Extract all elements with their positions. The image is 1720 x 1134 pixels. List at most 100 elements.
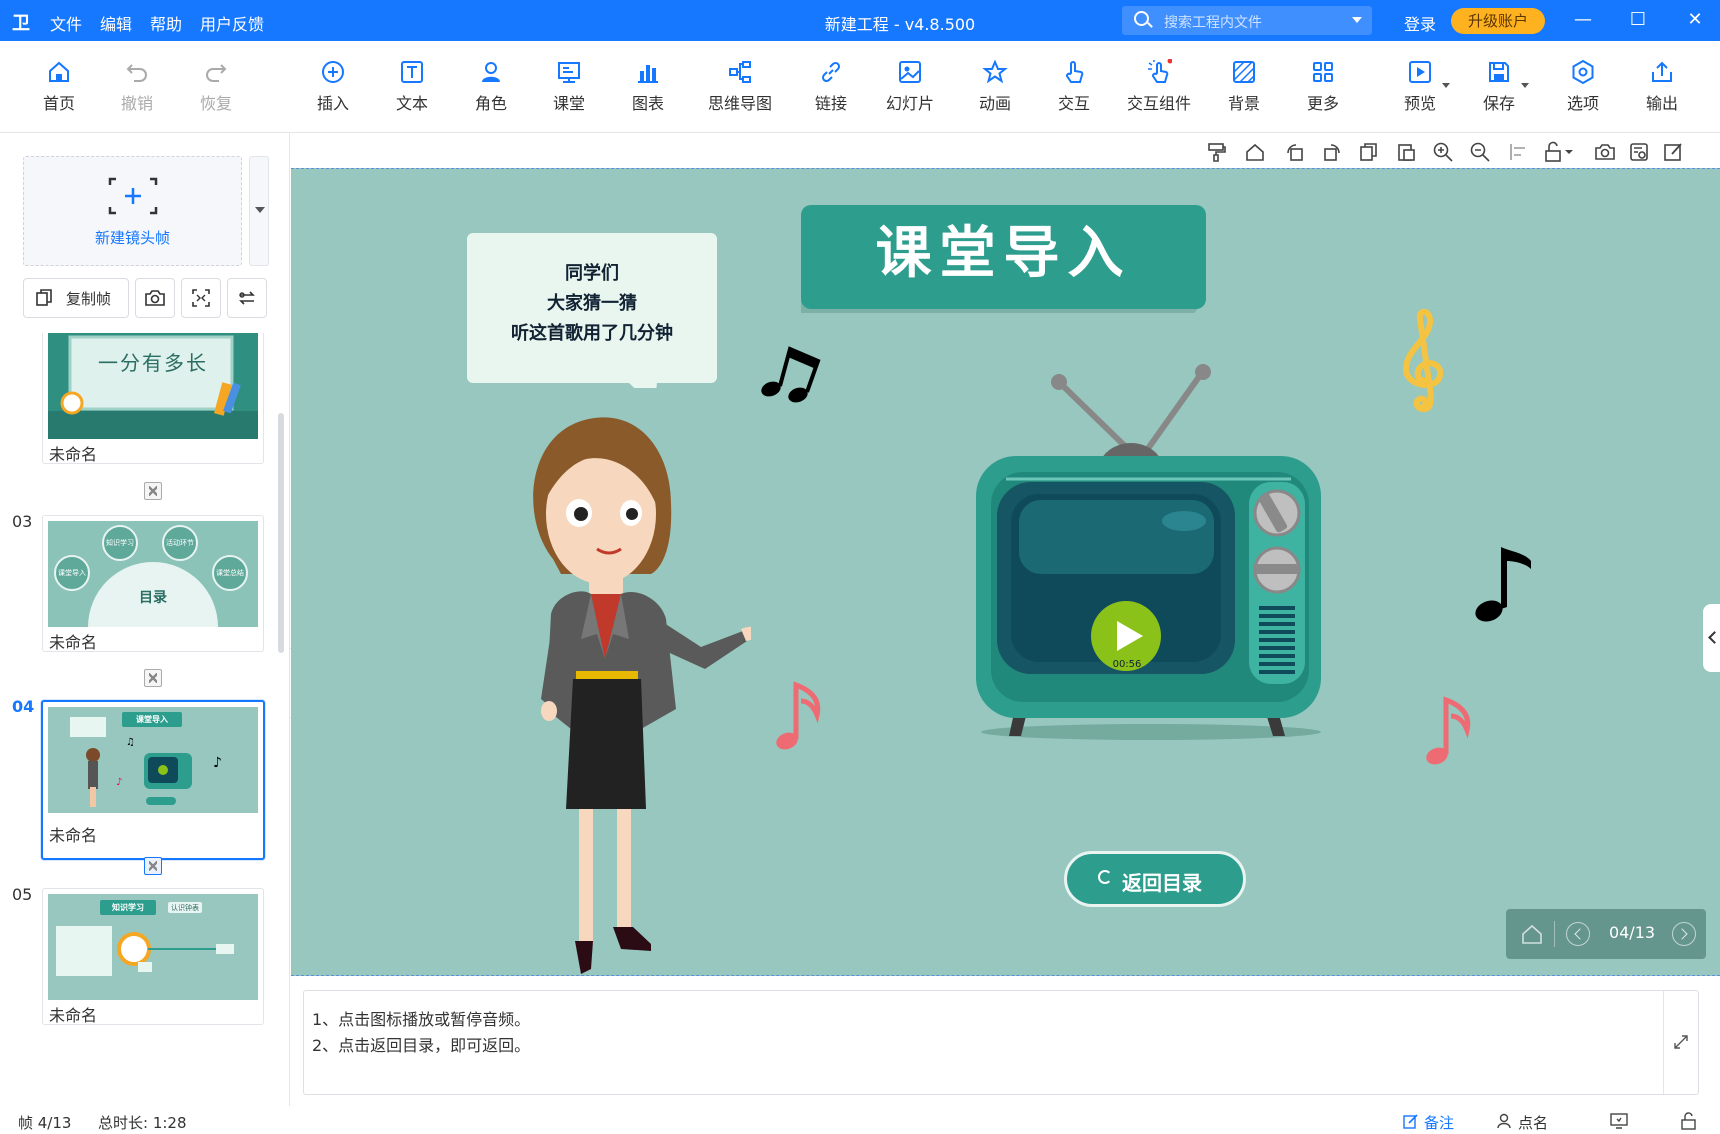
toolbar-chart[interactable]: 图表 (608, 59, 688, 114)
frame-thumbnail-title: 知识学习 (112, 903, 144, 912)
menu-file[interactable]: 文件 (50, 11, 82, 35)
toolbar-redo[interactable]: 恢复 (176, 59, 256, 114)
collapse-right-panel-button[interactable] (1703, 604, 1720, 672)
copy-element-icon[interactable] (1358, 141, 1380, 163)
status-notes-toggle[interactable]: 备注 (1424, 1112, 1454, 1133)
toolbar-text-label: 文本 (395, 94, 428, 113)
frame-item-03[interactable]: 知识学习 活动环节 课堂导入 课堂总结 目录 未命名 (42, 515, 264, 652)
toolbar-interact-label: 交互 (1057, 94, 1090, 113)
toolbar-undo[interactable]: 撤销 (97, 59, 177, 114)
rotate-left-icon[interactable] (1284, 141, 1306, 163)
toolbar-character[interactable]: 角色 (451, 59, 531, 114)
preview-dropdown-icon[interactable] (1442, 83, 1450, 88)
frame-item-02[interactable]: 一分有多长 未命名 (42, 333, 264, 464)
transition-icon[interactable] (144, 857, 162, 875)
frame-item-05[interactable]: 知识学习 认识钟表 未命名 (42, 888, 264, 1025)
toolbar-text[interactable]: 文本 (372, 59, 452, 114)
edit-icon[interactable] (1662, 141, 1684, 163)
frame-thumbnail: 一分有多长 (48, 333, 258, 439)
slide-pager: 04/13 (1506, 909, 1706, 959)
unlock-icon[interactable] (1680, 1112, 1698, 1130)
toolbar-slides[interactable]: 幻灯片 (870, 59, 950, 114)
pager-next-button[interactable] (1672, 922, 1696, 946)
music-note-beamed-icon (761, 346, 821, 403)
save-dropdown-icon[interactable] (1521, 83, 1529, 88)
back-to-toc-button[interactable]: 返回目录 (1064, 851, 1246, 907)
settings-sheet-icon[interactable] (1628, 141, 1650, 163)
home-view-icon[interactable] (1244, 141, 1266, 163)
toolbar-classroom[interactable]: 课堂 (529, 59, 609, 114)
frame-thumbnail: 知识学习 认识钟表 (48, 894, 258, 1000)
maximize-button[interactable]: ☐ (1622, 4, 1654, 36)
screen-mode-icon[interactable] (1610, 1113, 1628, 1129)
toolbar-insert[interactable]: 插入 (293, 59, 373, 114)
transition-icon[interactable] (144, 482, 162, 500)
search-dropdown-icon[interactable] (1352, 17, 1362, 23)
bubble-line-2: 大家猜一猜 (547, 293, 637, 314)
frame-switch-button[interactable] (227, 278, 267, 318)
frame-snapshot-button[interactable] (135, 278, 175, 318)
retro-tv[interactable] (951, 364, 1361, 764)
rotate-right-icon[interactable] (1321, 141, 1343, 163)
toolbar-background[interactable]: 背景 (1204, 59, 1284, 114)
format-painter-icon[interactable] (1206, 141, 1228, 163)
frame-number-05: 05 (12, 885, 33, 904)
toolbar-animation[interactable]: 动画 (955, 59, 1035, 114)
status-rollcall[interactable]: 点名 (1518, 1112, 1548, 1133)
svg-text:♪: ♪ (213, 755, 222, 771)
status-total-duration: 总时长: 1:28 (98, 1114, 187, 1132)
chart-icon (638, 65, 658, 83)
menu-feedback[interactable]: 用户反馈 (200, 11, 264, 35)
new-frame-dropdown[interactable] (249, 156, 269, 266)
zoom-out-icon[interactable] (1469, 141, 1491, 163)
menu-help[interactable]: 帮助 (150, 11, 182, 35)
notes-line-2: 2、点击返回目录，即可返回。 (312, 1036, 531, 1055)
minimize-button[interactable]: — (1567, 4, 1599, 36)
toolbar-home-label: 首页 (42, 94, 75, 113)
new-frame-button[interactable]: 新建镜头帧 (23, 156, 242, 266)
align-left-icon[interactable] (1508, 141, 1530, 163)
expand-icon[interactable] (1674, 1035, 1688, 1049)
toolbar-link[interactable]: 链接 (791, 59, 871, 114)
frame-item-04[interactable]: ♪ ♫ ♪ 课堂导入 未命名 (41, 700, 265, 860)
frame-thumbnail: ♪ ♫ ♪ 课堂导入 (48, 707, 258, 813)
search-box[interactable]: 搜索工程内文件 (1122, 6, 1372, 35)
toolbar-home[interactable]: 首页 (19, 59, 99, 114)
toolbar-options[interactable]: 选项 (1543, 59, 1623, 114)
mindmap-icon (729, 61, 751, 83)
close-button[interactable]: ✕ (1679, 4, 1711, 36)
slide-canvas[interactable]: 课堂导入 同学们 大家猜一猜 听这首歌用了几分钟 00:56 返回目录 04/1… (291, 168, 1720, 976)
lock-dropdown-icon[interactable] (1563, 141, 1575, 163)
upgrade-account-button[interactable]: 升级账户 (1451, 8, 1545, 34)
pager-home-icon[interactable] (1520, 922, 1544, 946)
notes-icon[interactable] (1403, 1113, 1419, 1129)
toolbar-mindmap[interactable]: 思维导图 (700, 59, 780, 114)
toolbar-more[interactable]: 更多 (1283, 59, 1363, 114)
frame-list-scrollbar[interactable] (278, 413, 284, 653)
teacher-character[interactable] (501, 409, 751, 976)
copy-frame-button[interactable]: 复制帧 (23, 278, 129, 318)
lock-icon[interactable] (1542, 141, 1564, 163)
toolbar-interactive-components[interactable]: 交互组件 (1119, 59, 1199, 114)
toolbar-background-label: 背景 (1227, 94, 1260, 113)
rollcall-icon[interactable] (1497, 1113, 1513, 1129)
notes-editor[interactable]: 1、点击图标播放或暂停音频。 2、点击返回目录，即可返回。 (303, 990, 1699, 1095)
menu-edit[interactable]: 编辑 (100, 11, 132, 35)
paste-icon[interactable] (1395, 141, 1417, 163)
bubble-line-3: 听这首歌用了几分钟 (511, 323, 673, 344)
text-icon (401, 61, 423, 83)
screenshot-camera-icon[interactable] (1594, 141, 1616, 163)
toolbar-interact[interactable]: 交互 (1034, 59, 1114, 114)
frame-number-03: 03 (12, 512, 33, 531)
frame-name: 未命名 (49, 445, 98, 464)
zoom-in-icon[interactable] (1432, 141, 1454, 163)
toolbar-preview-label: 预览 (1403, 94, 1436, 113)
toolbar-export[interactable]: 输出 (1622, 59, 1702, 114)
login-link[interactable]: 登录 (1404, 11, 1436, 35)
frame-fit-button[interactable] (181, 278, 221, 318)
toolbar-save[interactable]: 保存 (1459, 59, 1539, 114)
frame-list: 一分有多长 未命名 03 知识学习 活动环节 课堂导入 课堂总结 目录 未命名 … (0, 333, 290, 1106)
pager-prev-button[interactable] (1566, 922, 1590, 946)
toolbar-preview[interactable]: 预览 (1380, 59, 1460, 114)
transition-icon[interactable] (144, 669, 162, 687)
